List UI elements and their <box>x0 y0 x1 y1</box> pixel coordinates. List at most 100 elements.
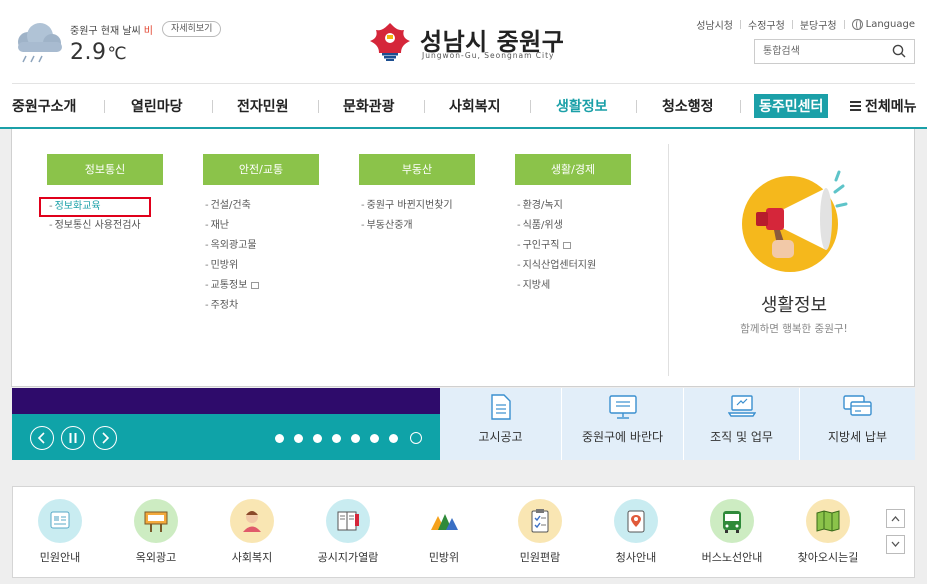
service-link-label: 찾아오시는길 <box>797 551 859 564</box>
nav-item-cleaning[interactable]: 청소행정 <box>662 96 714 116</box>
menu-item-label: 정보화교육 <box>54 201 101 212</box>
slider-dot[interactable] <box>351 434 360 443</box>
menu-item-label: 지식산업센터지원 <box>522 260 597 271</box>
menu-item-label: 재난 <box>210 220 230 231</box>
menu-item-local-tax[interactable]: - 지방세 <box>515 277 631 297</box>
quick-link-organization[interactable]: 조직 및 업무 <box>684 388 799 460</box>
menu-item-label: 중원구 바뀐지번찾기 <box>366 200 453 211</box>
menu-item-environment[interactable]: - 환경/녹지 <box>515 197 631 217</box>
service-link-label: 옥외광고 <box>135 551 177 564</box>
quick-link-label: 고시공고 <box>478 430 523 444</box>
mega-menu-dropdown: 정보통신 - 정보화교육 - 정보통신 사용전검사 안전/교통 - 건설/건축 - 재난… <box>11 129 915 387</box>
slider-dot-current[interactable] <box>410 432 422 444</box>
service-link-label: 공시지가열람 <box>317 551 379 564</box>
menu-column-ict: 정보통신 - 정보화교육 - 정보통신 사용전검사 <box>39 154 163 237</box>
map-pin-icon <box>614 499 658 543</box>
menu-item-construction[interactable]: - 건설/건축 <box>203 197 319 217</box>
service-link-bus-routes[interactable]: 버스노선안내 <box>687 499 777 565</box>
menu-item-label: 주정차 <box>210 300 239 311</box>
nav-divider <box>212 100 213 113</box>
menu-item-food-hygiene[interactable]: - 식품/위생 <box>515 217 631 237</box>
scroll-up-button[interactable] <box>886 509 905 528</box>
bullet-dash: - <box>517 220 521 231</box>
service-link-civil-defense[interactable]: 민방위 <box>399 499 489 565</box>
menu-item-brokerage[interactable]: - 부동산중개 <box>359 217 475 237</box>
util-link-sujeong[interactable]: 수정구청 <box>748 17 785 32</box>
menu-item-label: 식품/위생 <box>522 220 563 231</box>
seongnam-emblem-icon <box>370 23 410 61</box>
nav-item-e-civil[interactable]: 전자민원 <box>237 96 289 116</box>
menu-item-traffic-info[interactable]: - 교통정보 <box>203 277 319 297</box>
menu-column-title[interactable]: 정보통신 <box>47 154 163 185</box>
quick-link-suggestions[interactable]: 중원구에 바란다 <box>562 388 683 460</box>
slider-dot[interactable] <box>332 434 341 443</box>
util-link-city[interactable]: 성남시청 <box>696 17 733 32</box>
service-link-civil-guide[interactable]: 민원안내 <box>15 499 105 565</box>
menu-item-ict-inspection[interactable]: - 정보통신 사용전검사 <box>47 217 163 237</box>
weather-detail-button[interactable]: 자세히보기 <box>162 21 222 37</box>
bullet-dash: - <box>517 280 521 291</box>
slider-dot[interactable] <box>370 434 379 443</box>
util-link-language[interactable]: Language <box>866 19 915 30</box>
menu-item-label: 건설/건축 <box>210 200 251 211</box>
weather-temperature: 2.9℃ <box>70 40 127 65</box>
service-link-civil-handbook[interactable]: 민원편람 <box>495 499 585 565</box>
temperature-unit: ℃ <box>107 44 128 64</box>
menu-item-it-education[interactable]: - 정보화교육 <box>39 197 151 217</box>
nav-item-about[interactable]: 중원구소개 <box>12 96 76 116</box>
service-link-welfare[interactable]: 사회복지 <box>207 499 297 565</box>
slider-prev-button[interactable] <box>30 426 54 450</box>
nav-item-welfare[interactable]: 사회복지 <box>449 96 501 116</box>
laptop-icon <box>727 395 756 417</box>
all-menu-label: 전체메뉴 <box>865 99 917 115</box>
slider-next-button[interactable] <box>93 426 117 450</box>
menu-list: - 건설/건축 - 재난 - 옥외광고물 - 민방위 - 교통정보 - 주정차 <box>203 197 319 317</box>
slider-dot[interactable] <box>294 434 303 443</box>
nav-item-open-forum[interactable]: 열린마당 <box>131 96 183 116</box>
quick-link-notices[interactable]: 고시공고 <box>440 388 561 460</box>
service-link-outdoor-ads[interactable]: 옥외광고 <box>111 499 201 565</box>
nav-item-culture[interactable]: 문화관광 <box>343 96 395 116</box>
menu-item-outdoor-ads[interactable]: - 옥외광고물 <box>203 237 319 257</box>
all-menu-button[interactable]: 전체메뉴 <box>850 96 917 116</box>
search-input[interactable] <box>763 43 883 60</box>
menu-item-civil-defense[interactable]: - 민방위 <box>203 257 319 277</box>
menu-item-label: 구인구직 <box>522 240 560 251</box>
new-window-icon <box>563 241 572 249</box>
slider-pause-button[interactable] <box>61 426 85 450</box>
pause-icon <box>69 433 77 443</box>
service-link-land-price[interactable]: 공시지가열람 <box>303 499 393 565</box>
bullet-dash: - <box>517 200 521 211</box>
menu-promo: 생활정보 함께하면 행복한 중원구! <box>672 129 916 387</box>
menu-item-knowledge-industry[interactable]: - 지식산업센터지원 <box>515 257 631 277</box>
slider-dot[interactable] <box>313 434 322 443</box>
search-icon[interactable] <box>892 44 906 58</box>
slider-dot[interactable] <box>275 434 284 443</box>
scroll-down-button[interactable] <box>886 535 905 554</box>
nav-item-community-center[interactable]: 동주민센터 <box>754 94 829 118</box>
site-logo[interactable]: 성남시 중원구 Jungwon-Gu, Seongnam City <box>368 20 568 64</box>
menu-item-disaster[interactable]: - 재난 <box>203 217 319 237</box>
menu-item-label: 지방세 <box>522 280 551 291</box>
menu-column-title[interactable]: 부동산 <box>359 154 475 185</box>
menu-item-parking[interactable]: - 주정차 <box>203 297 319 317</box>
bullet-dash: - <box>205 200 209 211</box>
nav-item-living-info[interactable]: 생활정보 <box>556 96 608 116</box>
service-link-directions[interactable]: 찾아오시는길 <box>783 499 873 565</box>
menu-column-title[interactable]: 안전/교통 <box>203 154 319 185</box>
menu-item-label: 교통정보 <box>210 280 248 291</box>
banner-image[interactable] <box>12 388 440 414</box>
util-link-bundang[interactable]: 분당구청 <box>800 17 837 32</box>
quick-link-local-tax-payment[interactable]: 지방세 납부 <box>800 388 915 460</box>
menu-item-label: 환경/녹지 <box>522 200 563 211</box>
menu-item-lot-number-search[interactable]: - 중원구 바뀐지번찾기 <box>359 197 475 217</box>
service-link-building-guide[interactable]: 청사안내 <box>591 499 681 565</box>
menu-column-title[interactable]: 생활/경제 <box>515 154 631 185</box>
slider-dot[interactable] <box>389 434 398 443</box>
monitor-icon <box>608 395 637 419</box>
service-link-label: 사회복지 <box>231 551 273 564</box>
menu-item-jobs[interactable]: - 구인구직 <box>515 237 631 257</box>
menu-list: - 중원구 바뀐지번찾기 - 부동산중개 <box>359 197 475 237</box>
document-icon <box>490 394 511 420</box>
chevron-right-icon <box>102 432 110 444</box>
